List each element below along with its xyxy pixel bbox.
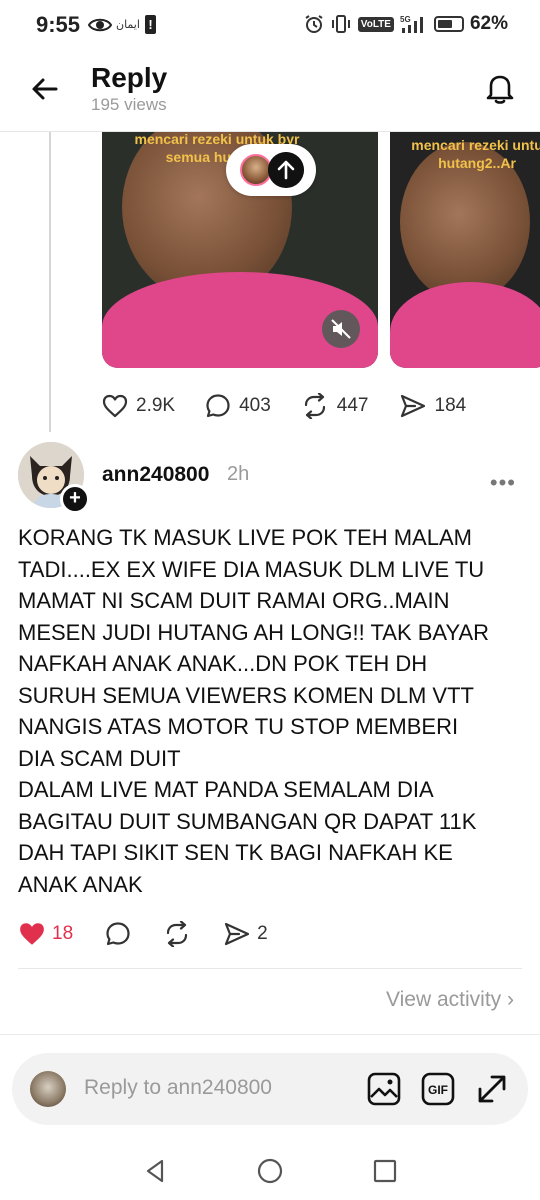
divider [0,1034,540,1035]
battery-percent: 62% [469,13,508,34]
reply-composer[interactable]: Reply to ann240800 GIF [12,1053,528,1125]
body-line: BAGITAU DUIT SUMBANGAN QR DAPAT 11K [18,808,477,834]
status-bar: 9:55 ايمان ! VoLTE 5G 62% [0,0,540,52]
like-button[interactable]: 2.9K [102,394,175,418]
media-video-2[interactable]: mencari rezeki untu hutang2..Ar [390,132,540,368]
bell-icon[interactable] [482,70,518,106]
post-stats: 2.9K 403 447 184 [102,386,496,426]
body-line: MAMAT NI SCAM DUIT RAMAI ORG..MAIN [18,588,450,613]
repost-button[interactable]: 447 [301,393,369,419]
repost-icon [167,921,188,947]
repost-button[interactable] [163,921,191,947]
expand-icon[interactable] [474,1071,510,1107]
reply-input[interactable]: Reply to ann240800 [84,1076,272,1100]
more-options-icon[interactable]: ••• [490,470,516,496]
avatar [30,1071,66,1107]
body-line: MESEN JUDI HUTANG AH LONG!! TAK BAYAR [18,619,490,645]
body-line: DIA SCAM DUIT [18,745,181,771]
comment-button[interactable] [105,921,131,947]
vibrate-icon [331,15,350,33]
body-line: NANGIS ATAS MOTOR TU STOP MEMBERI [18,714,459,739]
media-carousel[interactable]: mencari rezeki untuk byr semua hutang2 m… [102,132,540,368]
reply-username[interactable]: ann240800 [102,463,209,487]
gif-icon[interactable]: GIF [420,1071,456,1107]
follow-plus-button[interactable]: + [60,484,90,514]
back-arrow-icon[interactable] [28,72,62,106]
gif-label: GIF [428,1083,448,1097]
nav-back-icon[interactable] [140,1156,170,1186]
reply-like-count: 18 [52,923,74,944]
app-header: Reply 195 views [0,52,540,132]
status-indicators: VoLTE 5G 62% [304,13,508,35]
view-activity-label: View activity [386,988,502,1011]
heart-icon [102,394,128,418]
alarm-icon [305,15,323,33]
signal-icon: 5G [400,15,423,33]
comment-icon [206,394,230,418]
reply-actions: 18 2 [18,916,300,952]
view-activity-link[interactable]: View activity › [386,988,514,1012]
alert-icon: ! [145,15,156,34]
status-time: 9:55 [36,12,81,37]
reply-share-count: 2 [257,923,268,944]
like-count: 2.9K [136,395,176,416]
reply-timestamp: 2h [227,463,250,485]
divider [18,968,522,969]
comment-icon [106,922,130,946]
image-icon[interactable] [366,1071,402,1107]
nav-home-icon[interactable] [255,1156,285,1186]
page-title: Reply [91,62,168,93]
svg-text:5G: 5G [400,15,411,24]
mute-icon[interactable] [322,310,360,348]
like-button[interactable]: 18 [18,921,73,947]
arrow-up-icon [268,152,304,188]
body-line: NAFKAH ANAK ANAK...DN POK TEH DH [18,651,428,676]
status-carrier: ايمان [116,19,140,31]
share-count: 184 [434,395,467,416]
send-icon [225,922,250,946]
battery-fill [437,20,452,28]
thread-line [49,132,51,432]
media-video-1[interactable]: mencari rezeki untuk byr semua hutang2 [102,132,378,368]
comment-count: 403 [239,395,271,416]
chevron-right-icon: › [507,988,514,1011]
heart-filled-icon [20,923,44,945]
body-line: DAH TAPI SIKIT SEN TK BAGI NAFKAH KE [18,840,453,865]
nav-recents-icon[interactable] [370,1156,400,1186]
media-caption-2: mencari rezeki untu hutang2..Ar [411,137,540,171]
scroll-up-pill[interactable] [226,144,316,196]
body-line: SURUH SEMUA VIEWERS KOMEN DLM VTT [18,682,474,708]
view-count: 195 views [91,95,167,114]
reply-body: KORANG TK MASUK LIVE POK TEH MALAM TADI.… [18,522,528,900]
battery-icon [433,16,464,32]
comment-button[interactable]: 403 [205,393,271,419]
share-button[interactable]: 184 [399,393,467,419]
repost-count: 447 [336,395,369,416]
body-line: TADI....EX EX WIFE DIA MASUK DLM LIVE TU [18,556,485,582]
share-button[interactable]: 2 [223,921,268,947]
system-nav-bar [0,1140,540,1200]
body-line: KORANG TK MASUK LIVE POK TEH MALAM [18,525,472,550]
video-shirt-shape [390,282,540,368]
body-line: ANAK ANAK [18,871,143,897]
body-line: DALAM LIVE MAT PANDA SEMALAM DIA [18,777,434,802]
volte-badge: VoLTE [357,16,394,32]
eye-icon [88,18,112,32]
repost-icon [304,393,325,419]
send-icon [400,394,425,418]
